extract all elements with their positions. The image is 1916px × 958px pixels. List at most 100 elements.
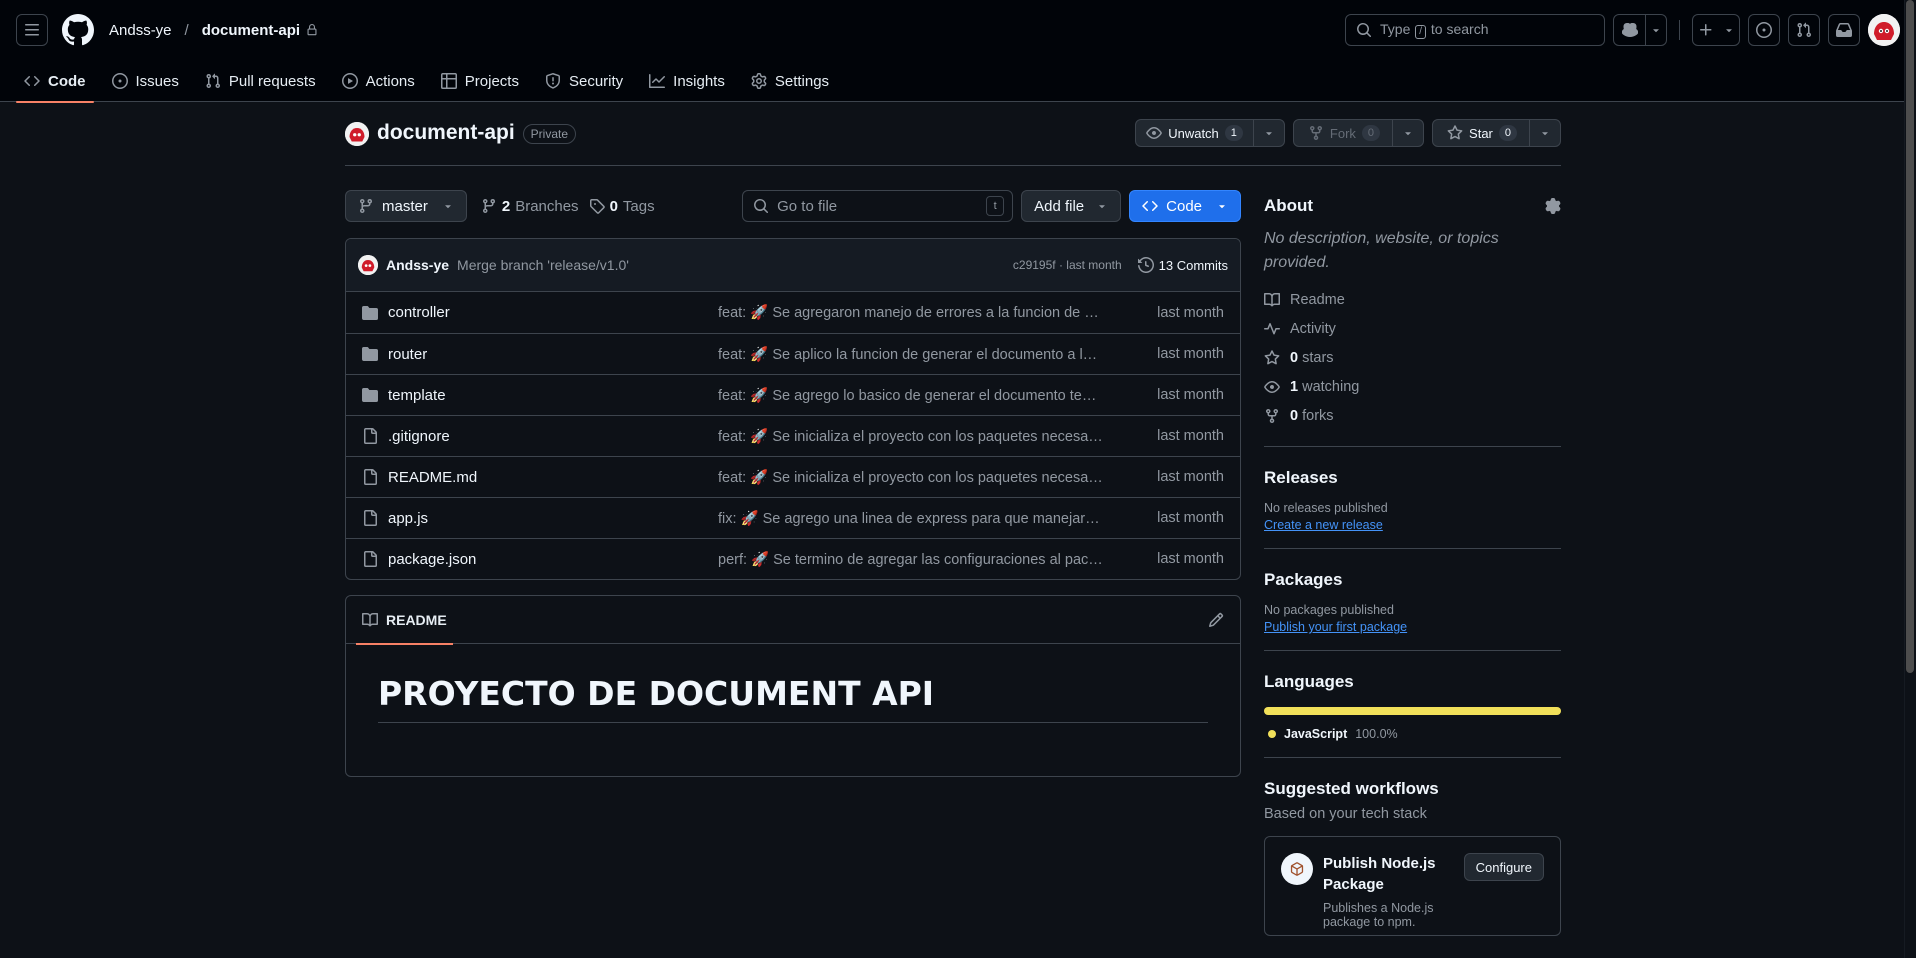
unwatch-button[interactable]: Unwatch 1 <box>1135 119 1285 147</box>
file-name-link[interactable]: app.js <box>388 510 718 527</box>
file-commit-message-link[interactable]: feat: 🚀 Se agrego lo basico de generar e… <box>718 387 1103 404</box>
copilot-button[interactable] <box>1613 14 1667 46</box>
hamburger-menu-button[interactable] <box>16 14 48 46</box>
file-name-link[interactable]: controller <box>388 304 718 321</box>
user-avatar[interactable] <box>1868 14 1900 46</box>
forks-text: 0 forks <box>1290 408 1334 424</box>
chevron-down-icon[interactable] <box>1393 127 1423 139</box>
tab-settings[interactable]: Settings <box>743 60 837 102</box>
file-name-link[interactable]: README.md <box>388 469 718 486</box>
file-commit-time[interactable]: last month <box>1157 551 1224 567</box>
inbox-button[interactable] <box>1828 14 1860 46</box>
file-commit-message-link[interactable]: feat: 🚀 Se inicializa el proyecto con lo… <box>718 428 1103 445</box>
fork-button[interactable]: Fork 0 <box>1292 119 1425 147</box>
workflows-subtitle: Based on your tech stack <box>1264 806 1427 822</box>
configure-button[interactable]: Configure <box>1463 853 1544 881</box>
folder-icon <box>362 387 378 403</box>
star-main[interactable]: Star 0 <box>1433 120 1530 146</box>
scrollbar-thumb[interactable] <box>1906 0 1914 673</box>
commit-author-link[interactable]: Andss-ye <box>386 257 449 273</box>
tab-issues[interactable]: Issues <box>104 60 187 102</box>
code-dropdown-button[interactable]: Code <box>1129 190 1241 222</box>
latest-commit-row: Andss-ye Merge branch 'release/v1.0' c29… <box>346 239 1240 292</box>
readme-link[interactable]: Readme <box>1264 285 1561 314</box>
create-release-link[interactable]: Create a new release <box>1264 518 1561 532</box>
tab-pull-requests[interactable]: Pull requests <box>197 60 324 102</box>
commit-message-link[interactable]: Merge branch 'release/v1.0' <box>457 257 629 273</box>
chevron-down-icon <box>445 205 451 209</box>
gear-icon[interactable] <box>1545 198 1561 214</box>
file-commit-message-link[interactable]: perf: 🚀 Se termino de agregar las config… <box>718 551 1103 568</box>
chevron-down-icon[interactable] <box>1646 15 1666 45</box>
language-item[interactable]: JavaScript 100.0% <box>1264 727 1561 741</box>
code-icon <box>1142 200 1158 212</box>
unwatch-main[interactable]: Unwatch 1 <box>1136 120 1254 146</box>
pull-requests-button[interactable] <box>1788 14 1820 46</box>
watching-text: 1 watching <box>1290 379 1359 395</box>
pulse-icon <box>1264 322 1280 334</box>
file-commit-message-link[interactable]: feat: 🚀 Se inicializa el proyecto con lo… <box>718 469 1103 486</box>
chevron-down-icon[interactable] <box>1254 127 1284 139</box>
publish-package-link[interactable]: Publish your first package <box>1264 620 1561 634</box>
global-search-input[interactable]: Type / to search <box>1345 14 1605 46</box>
releases-title[interactable]: Releases <box>1264 461 1561 495</box>
tab-projects[interactable]: Projects <box>433 60 527 102</box>
chevron-down-icon[interactable] <box>1719 15 1739 45</box>
table-icon <box>440 73 457 89</box>
readme-heading: PROYECTO DE DOCUMENT API <box>378 674 1208 723</box>
fork-main[interactable]: Fork 0 <box>1294 120 1394 146</box>
file-commit-message-link[interactable]: fix: 🚀 Se agrego una linea de express pa… <box>718 510 1103 527</box>
copilot-icon[interactable] <box>1614 15 1646 45</box>
tags-link[interactable]: 0 Tags <box>589 198 655 215</box>
file-commit-time[interactable]: last month <box>1157 428 1224 444</box>
star-icon <box>1264 349 1280 364</box>
plus-icon[interactable] <box>1693 15 1719 45</box>
file-commit-message-link[interactable]: feat: 🚀 Se agregaron manejo de errores a… <box>718 304 1103 321</box>
file-commit-time[interactable]: last month <box>1157 305 1224 321</box>
file-name-link[interactable]: router <box>388 346 718 363</box>
activity-link[interactable]: Activity <box>1264 314 1561 343</box>
tab-code-label: Code <box>48 72 86 90</box>
tab-actions[interactable]: Actions <box>334 60 423 102</box>
packages-title[interactable]: Packages <box>1264 563 1561 597</box>
languages-title: Languages <box>1264 672 1354 691</box>
issues-button[interactable] <box>1748 14 1780 46</box>
commit-author-avatar[interactable] <box>358 255 378 275</box>
commit-meta[interactable]: c29195f · last month <box>1013 258 1122 272</box>
file-name-link[interactable]: package.json <box>388 551 718 568</box>
star-button[interactable]: Star 0 <box>1432 119 1561 147</box>
forks-link[interactable]: 0 forks <box>1264 401 1561 430</box>
commits-history-link[interactable]: 13 Commits <box>1137 257 1228 273</box>
breadcrumb-owner-link[interactable]: Andss-ye <box>109 22 172 39</box>
file-name-link[interactable]: template <box>388 387 718 404</box>
file-commit-time[interactable]: last month <box>1157 387 1224 403</box>
tab-code[interactable]: Code <box>16 60 94 103</box>
chevron-down-icon[interactable] <box>1530 127 1560 139</box>
owner-avatar[interactable] <box>345 122 369 146</box>
watching-link[interactable]: 1 watching <box>1264 372 1561 401</box>
pencil-icon[interactable] <box>1208 612 1224 628</box>
repo-name-link[interactable]: document-api <box>377 118 515 148</box>
file-name-link[interactable]: .gitignore <box>388 428 718 445</box>
github-logo-icon[interactable] <box>62 14 94 46</box>
file-commit-time[interactable]: last month <box>1157 510 1224 526</box>
page-scrollbar[interactable] <box>1904 0 1916 958</box>
language-percent: 100.0% <box>1355 727 1398 741</box>
repo-sidebar: About No description, website, or topics… <box>1264 189 1561 936</box>
branch-select-button[interactable]: master <box>345 190 467 222</box>
add-file-button[interactable]: Add file <box>1021 190 1122 222</box>
commits-count: 13 Commits <box>1158 257 1228 273</box>
tab-insights[interactable]: Insights <box>641 60 733 102</box>
breadcrumb-repo-link[interactable]: document-api <box>202 22 300 39</box>
file-commit-time[interactable]: last month <box>1157 469 1224 485</box>
fork-label: Fork <box>1329 125 1356 141</box>
branches-link[interactable]: 2 Branches <box>481 198 579 215</box>
go-to-file-input[interactable]: Go to file t <box>742 190 1014 222</box>
tab-security[interactable]: Security <box>537 60 631 102</box>
file-commit-message-link[interactable]: feat: 🚀 Se aplico la funcion de generar … <box>718 346 1103 363</box>
go-to-file-placeholder: Go to file <box>777 197 838 215</box>
file-commit-time[interactable]: last month <box>1157 346 1224 362</box>
create-new-button[interactable] <box>1692 14 1740 46</box>
stars-link[interactable]: 0 stars <box>1264 343 1561 372</box>
readme-tab[interactable]: README <box>356 596 453 645</box>
